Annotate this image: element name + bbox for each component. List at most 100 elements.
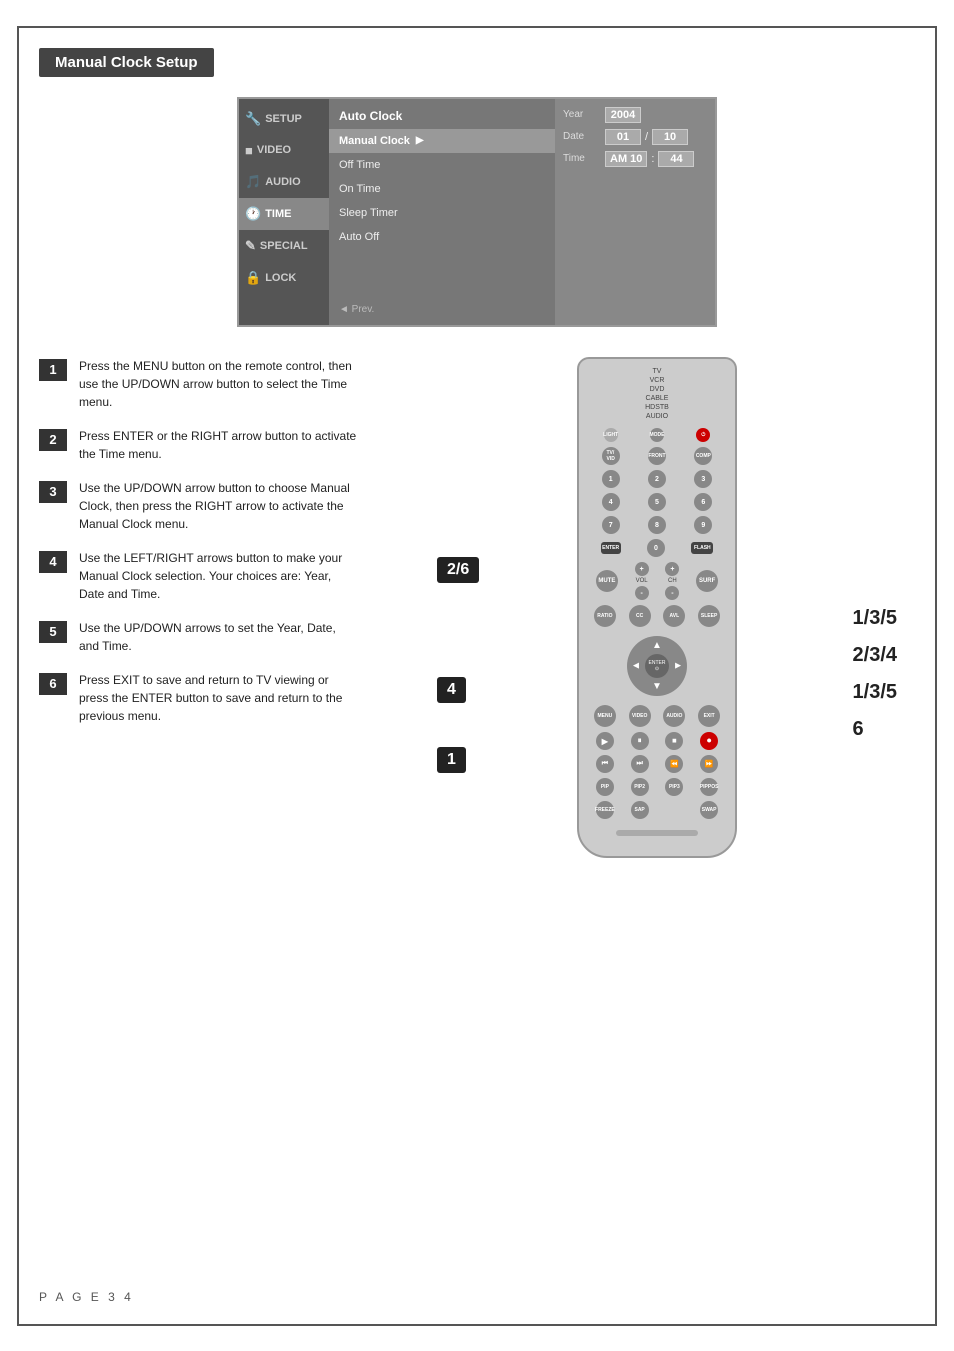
- btn-8[interactable]: 8: [648, 516, 666, 534]
- step-1-row: 1 Press the MENU button on the remote co…: [39, 357, 359, 411]
- menu-sleep-timer[interactable]: Sleep Timer: [329, 201, 555, 225]
- menu-off-time[interactable]: Off Time: [329, 153, 555, 177]
- year-value: 2004: [605, 107, 641, 123]
- off-time-label: Off Time: [339, 159, 380, 171]
- setting-time-row: Time AM 10 : 44: [563, 151, 707, 167]
- tv-menu-screenshot: 🔧 SETUP ■ VIDEO 🎵 AUDIO 🕐 TIME ✎ SP: [39, 97, 915, 327]
- btn-9[interactable]: 9: [694, 516, 712, 534]
- arrow-up-button[interactable]: ▲: [652, 640, 662, 651]
- pip3-button[interactable]: PIP3: [665, 778, 683, 796]
- vol-up-button[interactable]: +: [635, 562, 649, 576]
- btn-flash[interactable]: FLASH: [691, 542, 713, 554]
- pippos-button[interactable]: PIPPOS: [700, 778, 718, 796]
- sidebar-setup[interactable]: 🔧 SETUP: [239, 103, 329, 135]
- date-sep: /: [645, 131, 648, 143]
- btn-1[interactable]: 1: [602, 470, 620, 488]
- btn-5[interactable]: 5: [648, 493, 666, 511]
- step-5-text: Use the UP/DOWN arrows to set the Year, …: [79, 619, 359, 655]
- prev-label: ◄ Prev.: [329, 298, 555, 321]
- ff-button[interactable]: ⏭: [631, 755, 649, 773]
- time-label: Time: [563, 153, 601, 164]
- vol-down-button[interactable]: -: [635, 586, 649, 600]
- skip-back-button[interactable]: ⏪: [665, 755, 683, 773]
- remote-row-cc: RATIO CC AVL SLEEP: [589, 605, 725, 627]
- sidebar-video[interactable]: ■ VIDEO: [239, 135, 329, 166]
- arrow-right-button[interactable]: ►: [673, 661, 683, 672]
- auto-clock-label: Auto Clock: [339, 109, 402, 123]
- tv-menu-content: Auto Clock Manual Clock ▶ Off Time On Ti…: [329, 99, 555, 325]
- btn-7[interactable]: 7: [602, 516, 620, 534]
- avl-button[interactable]: AVL: [663, 605, 685, 627]
- step-2-row: 2 Press ENTER or the RIGHT arrow button …: [39, 427, 359, 463]
- btn-2[interactable]: 2: [648, 470, 666, 488]
- tvvideo-button[interactable]: TV/VID: [602, 447, 620, 465]
- rew-button[interactable]: ⏮: [596, 755, 614, 773]
- sidebar-audio-label: AUDIO: [265, 176, 300, 188]
- mute-button[interactable]: MUTE: [596, 570, 618, 592]
- setting-year-row: Year 2004: [563, 107, 707, 123]
- tv-settings-panel: Year 2004 Date 01 / 10 Time AM 10 : 44: [555, 99, 715, 325]
- steps-section: 1 Press the MENU button on the remote co…: [39, 357, 915, 859]
- step-5-row: 5 Use the UP/DOWN arrows to set the Year…: [39, 619, 359, 655]
- surf-button[interactable]: SURF: [696, 570, 718, 592]
- time-icon: 🕐: [245, 206, 261, 222]
- menu-auto-off[interactable]: Auto Off: [329, 225, 555, 249]
- arrow-left-button[interactable]: ◄: [631, 661, 641, 672]
- menu-button[interactable]: MENU: [594, 705, 616, 727]
- sidebar-lock[interactable]: 🔒 LOCK: [239, 262, 329, 294]
- step-2-text: Press ENTER or the RIGHT arrow button to…: [79, 427, 359, 463]
- btn-6[interactable]: 6: [694, 493, 712, 511]
- skip-fwd-button[interactable]: ⏩: [700, 755, 718, 773]
- pause-button[interactable]: ⏸: [631, 732, 649, 750]
- remote-row-0: ENTER 0 FLASH: [589, 539, 725, 557]
- menu-on-time[interactable]: On Time: [329, 177, 555, 201]
- side-label-234: 2/3/4: [853, 644, 897, 667]
- sidebar-special[interactable]: ✎ SPECIAL: [239, 230, 329, 262]
- step-2-number: 2: [39, 429, 67, 451]
- btn-3[interactable]: 3: [694, 470, 712, 488]
- menu-auto-clock[interactable]: Auto Clock: [329, 103, 555, 129]
- ch-down-button[interactable]: -: [665, 586, 679, 600]
- step-3-text: Use the UP/DOWN arrow button to choose M…: [79, 479, 359, 533]
- special-icon: ✎: [245, 238, 256, 254]
- tv-sidebar: 🔧 SETUP ■ VIDEO 🎵 AUDIO 🕐 TIME ✎ SP: [239, 99, 329, 325]
- freeze-button[interactable]: FREEZE: [596, 801, 614, 819]
- play-button[interactable]: ▶: [596, 732, 614, 750]
- audio-button-btn[interactable]: AUDIO: [663, 705, 685, 727]
- menu-manual-clock[interactable]: Manual Clock ▶: [329, 129, 555, 153]
- light-button[interactable]: LIGHT: [604, 428, 618, 442]
- manual-clock-label: Manual Clock: [339, 135, 410, 147]
- sidebar-time-label: TIME: [265, 208, 291, 220]
- pip2-button[interactable]: PIP2: [631, 778, 649, 796]
- exit-button[interactable]: EXIT: [698, 705, 720, 727]
- power-button[interactable]: ⏻: [696, 428, 710, 442]
- enter-button[interactable]: ENTER⊙: [645, 654, 669, 678]
- record-button[interactable]: ⏺: [700, 732, 718, 750]
- sidebar-time[interactable]: 🕐 TIME: [239, 198, 329, 230]
- cc-button[interactable]: CC: [629, 605, 651, 627]
- sidebar-audio[interactable]: 🎵 AUDIO: [239, 166, 329, 198]
- ch-up-button[interactable]: +: [665, 562, 679, 576]
- arrow-down-button[interactable]: ▼: [652, 681, 662, 692]
- sap-button[interactable]: SAP: [631, 801, 649, 819]
- remote-row-456: 4 5 6: [589, 493, 725, 511]
- time-value2: 44: [658, 151, 694, 167]
- ratio-button[interactable]: RATIO: [594, 605, 616, 627]
- front-button[interactable]: FRONT: [648, 447, 666, 465]
- video-button[interactable]: VIDEO: [629, 705, 651, 727]
- remote-row-789: 7 8 9: [589, 516, 725, 534]
- step-3-number: 3: [39, 481, 67, 503]
- sleep-button[interactable]: SLEEP: [698, 605, 720, 627]
- remote-row-123: 1 2 3: [589, 470, 725, 488]
- remote-row-input-buttons: TV/VID FRONT COMP: [589, 447, 725, 465]
- stop-button[interactable]: ⏹: [665, 732, 683, 750]
- btn-4[interactable]: 4: [602, 493, 620, 511]
- comp-button[interactable]: COMP: [694, 447, 712, 465]
- btn-enter-num[interactable]: ENTER: [601, 542, 621, 554]
- btn-0[interactable]: 0: [647, 539, 665, 557]
- swap-button[interactable]: SWAP: [700, 801, 718, 819]
- date-value1: 01: [605, 129, 641, 145]
- mode-button[interactable]: MODE: [650, 428, 664, 442]
- pip-button[interactable]: PIP: [596, 778, 614, 796]
- arrow-pad: ▲ ▼ ◄ ► ENTER⊙: [627, 636, 687, 696]
